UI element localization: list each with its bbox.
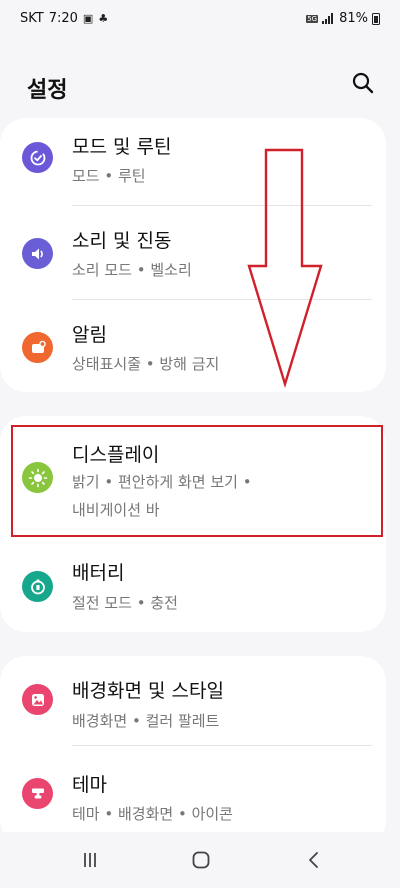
search-button[interactable] — [350, 70, 376, 96]
carrier-label: SKT — [20, 11, 44, 26]
status-right: 5G 81% — [306, 11, 380, 26]
settings-item-notifications[interactable]: 알림 상태표시줄 • 방해 금지 — [0, 304, 386, 392]
wallpaper-icon — [22, 684, 53, 715]
battery-icon — [22, 571, 53, 602]
divider — [72, 205, 372, 206]
item-title: 알림 — [72, 324, 107, 346]
item-title: 테마 — [72, 774, 107, 796]
item-subtitle: 테마 • 배경화면 • 아이콘 — [72, 805, 233, 823]
settings-screen: SKT 7:20 ▣ ♣ 5G 81% 설정 모드 및 루틴 모드 • 루틴 소… — [0, 0, 400, 888]
mode-routine-icon — [22, 142, 53, 173]
settings-group-3: 배경화면 및 스타일 배경화면 • 컬러 팔레트 테마 테마 • 배경화면 • … — [0, 656, 386, 846]
back-chevron-icon — [309, 852, 318, 868]
item-title: 모드 및 루틴 — [72, 136, 172, 158]
theme-icon — [22, 778, 53, 809]
item-subtitle: 배경화면 • 컬러 팔레트 — [72, 712, 220, 730]
navigation-bar — [0, 832, 400, 888]
back-button[interactable] — [294, 844, 334, 876]
item-subtitle: 소리 모드 • 벨소리 — [72, 261, 192, 279]
highlight-box — [11, 425, 383, 537]
settings-item-sound-vibration[interactable]: 소리 및 진동 소리 모드 • 벨소리 — [0, 212, 386, 304]
settings-item-battery[interactable]: 배터리 절전 모드 • 충전 — [0, 546, 386, 632]
status-left: SKT 7:20 ▣ ♣ — [20, 11, 108, 26]
item-subtitle: 절전 모드 • 충전 — [72, 594, 178, 612]
home-button[interactable] — [181, 844, 221, 876]
settings-item-themes[interactable]: 테마 테마 • 배경화면 • 아이콘 — [0, 746, 386, 846]
item-subtitle: 모드 • 루틴 — [72, 167, 146, 185]
recent-apps-icon — [84, 853, 96, 867]
battery-percent: 81% — [339, 11, 368, 26]
battery-status-icon — [372, 12, 380, 25]
home-icon — [192, 851, 210, 869]
page-title: 설정 — [27, 78, 68, 103]
settings-item-modes-routines[interactable]: 모드 및 루틴 모드 • 루틴 — [0, 118, 386, 210]
item-subtitle: 상태표시줄 • 방해 금지 — [72, 355, 220, 373]
recent-apps-button[interactable] — [70, 844, 110, 876]
item-title: 배경화면 및 스타일 — [72, 680, 224, 702]
status-time: 7:20 — [48, 11, 78, 26]
settings-group-1: 모드 및 루틴 모드 • 루틴 소리 및 진동 소리 모드 • 벨소리 알림 상… — [0, 118, 386, 392]
down-arrow-annotation — [247, 148, 323, 388]
search-icon — [352, 72, 374, 94]
divider — [72, 299, 372, 300]
sound-icon — [22, 238, 53, 269]
app-notification-icon: ♣ — [98, 12, 109, 25]
settings-item-wallpaper-style[interactable]: 배경화면 및 스타일 배경화면 • 컬러 팔레트 — [0, 656, 386, 746]
status-bar: SKT 7:20 ▣ ♣ 5G 81% — [0, 0, 400, 34]
network-5g-icon: 5G — [306, 14, 319, 23]
signal-icon — [322, 13, 334, 24]
notification-icon — [22, 332, 53, 363]
gallery-notification-icon: ▣ — [82, 12, 94, 25]
item-title: 소리 및 진동 — [72, 230, 172, 252]
item-title: 배터리 — [72, 562, 125, 584]
